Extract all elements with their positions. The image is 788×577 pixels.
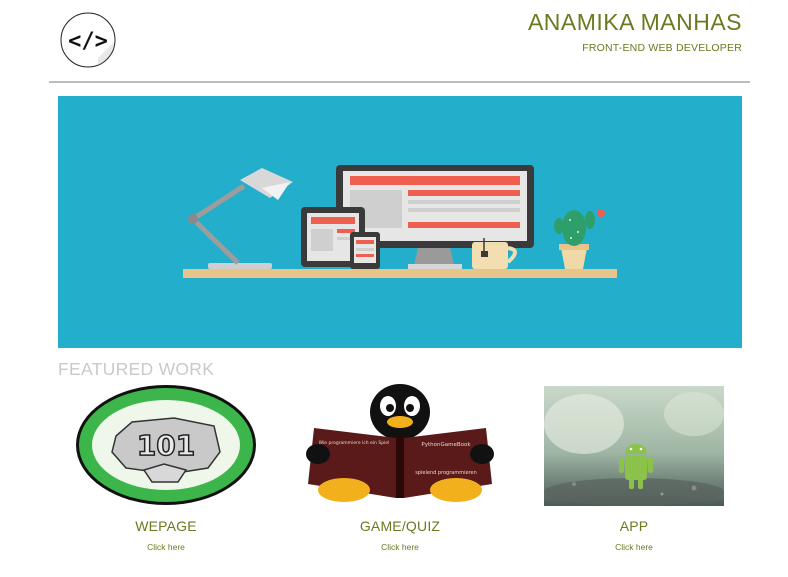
penguin-reading-book-image[interactable]: Wie programmiere ich ein Spiel PythonGam…	[300, 384, 500, 506]
header-divider	[49, 81, 750, 83]
phone-icon	[350, 232, 380, 269]
work-title-webpage: WEPAGE	[135, 518, 197, 534]
book-subtitle-text: spielend programmieren	[415, 470, 477, 476]
badge-101-icon[interactable]: 101	[66, 384, 266, 506]
site-owner-name: ANAMIKA MANHAS	[527, 9, 742, 35]
desk-shelf	[183, 269, 617, 278]
book-title-text: PythonGameBook	[421, 442, 471, 448]
hero-banner	[58, 96, 742, 348]
android-robot-image[interactable]	[534, 384, 734, 506]
site-owner-role: FRONT-END WEB DEVELOPER	[582, 42, 742, 54]
click-here-link-webpage[interactable]: Click here	[66, 542, 266, 552]
logo-code-icon[interactable]: </>	[60, 12, 116, 68]
badge-text: 101	[137, 429, 195, 462]
developer-desk-illustration	[183, 165, 617, 278]
work-title-app: APP	[619, 518, 649, 534]
desk-lamp-icon	[188, 168, 293, 269]
work-title-game-quiz: GAME/QUIZ	[359, 518, 441, 534]
logo-glyph: </>	[68, 29, 108, 54]
featured-work-heading: FEATURED WORK	[58, 359, 215, 379]
svg-text:Wie programmiere ich ein Spiel: Wie programmiere ich ein Spiel	[319, 440, 390, 446]
cactus-plant-icon	[554, 209, 605, 269]
click-here-link-game-quiz[interactable]: Click here	[300, 542, 500, 552]
click-here-link-app[interactable]: Click here	[534, 542, 734, 552]
